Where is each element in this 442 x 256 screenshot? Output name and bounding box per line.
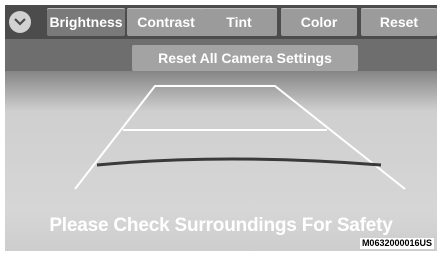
tab-brightness[interactable]: Brightness: [47, 8, 125, 36]
guide-outline: [74, 85, 406, 190]
camera-view: Please Check Surroundings For Safety: [5, 71, 437, 251]
guide-near-arc: [96, 157, 382, 167]
settings-tab-bar: Brightness Contrast Tint Color Reset: [5, 5, 437, 39]
safety-message: Please Check Surroundings For Safety: [49, 215, 393, 236]
tab-color[interactable]: Color: [281, 8, 357, 36]
tab-reset[interactable]: Reset: [361, 8, 437, 36]
reset-all-camera-settings-button[interactable]: Reset All Camera Settings: [132, 45, 358, 71]
chevron-down-icon: [14, 18, 26, 26]
tab-contrast[interactable]: Contrast: [127, 8, 205, 36]
collapse-button[interactable]: [9, 11, 31, 33]
tab-tint[interactable]: Tint: [201, 8, 277, 36]
image-code: M0632000016US: [359, 238, 434, 249]
camera-settings-screen: Brightness Contrast Tint Color Reset Res…: [5, 5, 437, 251]
